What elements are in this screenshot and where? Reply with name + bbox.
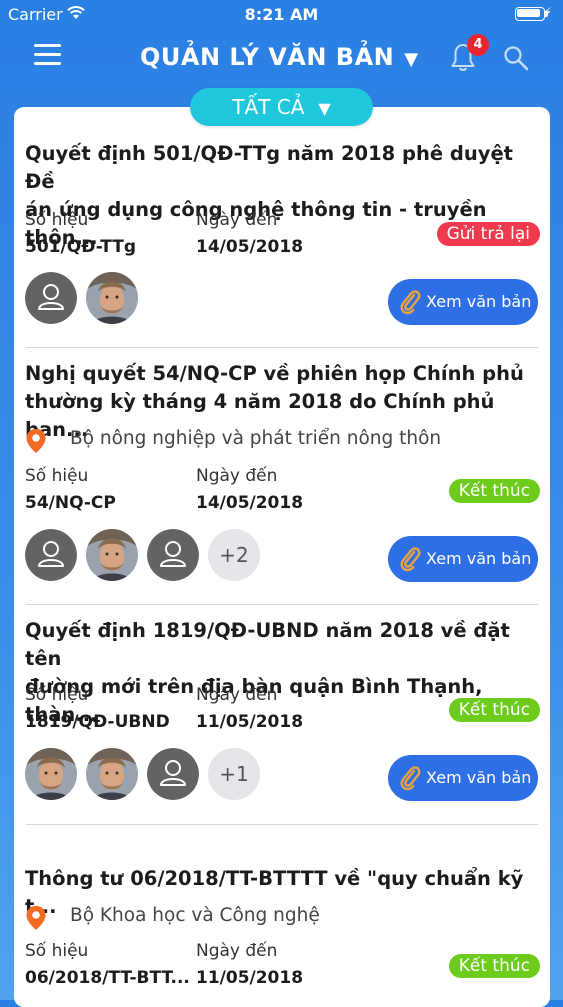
organization-name: Bộ nông nghiệp và phát triển nông thôn (70, 428, 442, 449)
view-document-label: Xem văn bản (426, 549, 532, 568)
date-label: Ngày đến (196, 685, 278, 705)
status-badge: Kết thúc (448, 479, 540, 503)
document-number: 1819/QĐ-UBND (25, 712, 170, 732)
battery-icon: ⚡ (515, 5, 552, 23)
number-label: Số hiệu (25, 941, 89, 961)
document-item[interactable]: Quyết định 1819/QĐ-UBND năm 2018 về đặt … (14, 605, 550, 825)
document-date: 14/05/2018 (196, 493, 304, 513)
status-badge: Kết thúc (448, 698, 540, 722)
document-item[interactable]: Thông tư 06/2018/TT-BTTTT về "quy chuẩn … (14, 825, 550, 1007)
user-placeholder-icon (147, 748, 199, 800)
status-badge: Kết thúc (448, 954, 540, 978)
user-placeholder-icon (147, 529, 199, 581)
filter-dropdown[interactable]: TẤT CẢ ▼ (190, 88, 373, 126)
more-participants-count[interactable]: +1 (208, 748, 260, 800)
menu-icon[interactable] (34, 44, 62, 66)
document-date: 11/05/2018 (196, 712, 304, 732)
date-label: Ngày đến (196, 466, 278, 486)
caret-down-icon: ▼ (404, 49, 419, 70)
view-document-button[interactable]: Xem văn bản (388, 279, 538, 325)
number-label: Số hiệu (25, 210, 89, 230)
top-navigation-bar: QUẢN LÝ VĂN BẢN ▼ 4 (0, 30, 563, 86)
view-document-button[interactable]: Xem văn bản (388, 755, 538, 801)
paperclip-icon (398, 289, 422, 315)
number-label: Số hiệu (25, 685, 89, 705)
filter-label: TẤT CẢ (232, 95, 305, 119)
document-number: 54/NQ-CP (25, 493, 116, 513)
view-document-label: Xem văn bản (426, 768, 532, 787)
paperclip-icon (398, 765, 422, 791)
more-participants-count[interactable]: +2 (208, 529, 260, 581)
avatar (86, 529, 138, 581)
page-title: QUẢN LÝ VĂN BẢN (140, 43, 395, 71)
location-pin-icon (25, 905, 47, 931)
view-document-button[interactable]: Xem văn bản (388, 536, 538, 582)
status-bar: Carrier 8:21 AM ⚡ (0, 0, 563, 30)
document-number: 06/2018/TT-BTT... (25, 968, 190, 988)
avatar (86, 748, 138, 800)
avatar (25, 748, 77, 800)
document-item[interactable]: Quyết định 501/QĐ-TTg năm 2018 phê duyệt… (14, 107, 550, 348)
page-title-dropdown[interactable]: QUẢN LÝ VĂN BẢN ▼ (140, 43, 419, 71)
user-placeholder-icon (25, 529, 77, 581)
view-document-label: Xem văn bản (426, 292, 532, 311)
avatar (86, 272, 138, 324)
organization-name: Bộ Khoa học và Công nghệ (70, 905, 320, 926)
paperclip-icon (398, 546, 422, 572)
document-list: Quyết định 501/QĐ-TTg năm 2018 phê duyệt… (14, 107, 550, 1007)
search-icon[interactable] (502, 44, 530, 72)
location-pin-icon (25, 428, 47, 454)
date-label: Ngày đến (196, 941, 278, 961)
document-date: 14/05/2018 (196, 237, 304, 257)
number-label: Số hiệu (25, 466, 89, 486)
clock: 8:21 AM (244, 5, 319, 24)
notification-count-badge: 4 (467, 34, 489, 56)
date-label: Ngày đến (196, 210, 278, 230)
document-number: 501/QĐ-TTg (25, 237, 137, 257)
document-item[interactable]: Nghị quyết 54/NQ-CP về phiên họp Chính p… (14, 348, 550, 605)
status-badge: Gửi trả lại (436, 222, 540, 246)
caret-down-icon: ▼ (318, 99, 331, 118)
user-placeholder-icon (25, 272, 77, 324)
document-date: 11/05/2018 (196, 968, 304, 988)
